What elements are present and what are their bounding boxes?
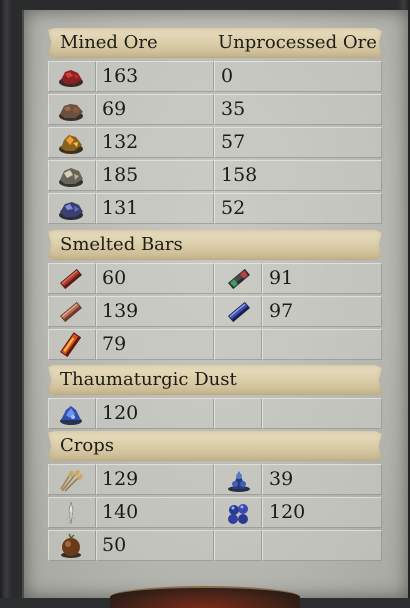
unprocessed-value: 158 <box>221 164 258 186</box>
mined-value: 163 <box>102 65 139 87</box>
red-ore-icon[interactable] <box>56 64 86 90</box>
table-cell <box>262 398 382 429</box>
mined-ore-header: Mined Ore Unprocessed Ore <box>48 28 382 58</box>
unprocessed-value: 0 <box>221 65 234 87</box>
crop-value: 50 <box>102 534 127 556</box>
mined-value: 132 <box>102 131 139 153</box>
red-bar-icon[interactable] <box>56 266 86 292</box>
green-bar-icon[interactable] <box>224 266 254 292</box>
mined-ore-title: Mined Ore <box>60 32 158 53</box>
gold-ore-icon[interactable] <box>56 130 86 156</box>
blue-flower-icon[interactable] <box>224 467 254 493</box>
fire-bar-icon[interactable] <box>56 332 86 358</box>
silver-ore-icon[interactable] <box>56 163 86 189</box>
bar-value: 60 <box>102 267 127 289</box>
bar-value: 139 <box>102 300 139 322</box>
crop-value: 140 <box>102 501 139 523</box>
table-cell <box>214 329 262 360</box>
crop-value: 39 <box>269 468 294 490</box>
crop-value: 120 <box>269 501 306 523</box>
mined-value: 131 <box>102 197 139 219</box>
table-cell <box>214 530 262 561</box>
unprocessed-ore-title: Unprocessed Ore <box>218 32 377 53</box>
copper-bar-icon[interactable] <box>56 299 86 325</box>
table-cell <box>262 329 382 360</box>
table-cell <box>214 61 382 92</box>
table-cell <box>262 530 382 561</box>
bar-value: 91 <box>269 267 294 289</box>
smelted-bars-header: Smelted Bars <box>48 230 382 260</box>
wheat-icon[interactable] <box>56 467 86 493</box>
bar-value: 97 <box>269 300 294 322</box>
blue-dust-icon[interactable] <box>56 401 86 427</box>
mined-value: 69 <box>102 98 127 120</box>
dust-title: Thaumaturgic Dust <box>60 369 237 390</box>
crops-title: Crops <box>60 435 114 456</box>
dust-header: Thaumaturgic Dust <box>48 365 382 395</box>
unprocessed-value: 52 <box>221 197 246 219</box>
dust-value: 120 <box>102 402 139 424</box>
blue-bar-icon[interactable] <box>224 299 254 325</box>
unprocessed-value: 57 <box>221 131 246 153</box>
table-cell <box>214 398 262 429</box>
bottom-ornament <box>110 586 300 608</box>
unprocessed-value: 35 <box>221 98 246 120</box>
brown-ore-icon[interactable] <box>56 97 86 123</box>
brown-seed-icon[interactable] <box>56 533 86 559</box>
bar-value: 79 <box>102 333 127 355</box>
white-root-icon[interactable] <box>56 500 86 526</box>
blue-ore-icon[interactable] <box>56 196 86 222</box>
mined-value: 185 <box>102 164 139 186</box>
smelted-bars-title: Smelted Bars <box>60 234 183 255</box>
crop-value: 129 <box>102 468 139 490</box>
blue-berries-icon[interactable] <box>224 500 254 526</box>
crops-header: Crops <box>48 431 382 461</box>
